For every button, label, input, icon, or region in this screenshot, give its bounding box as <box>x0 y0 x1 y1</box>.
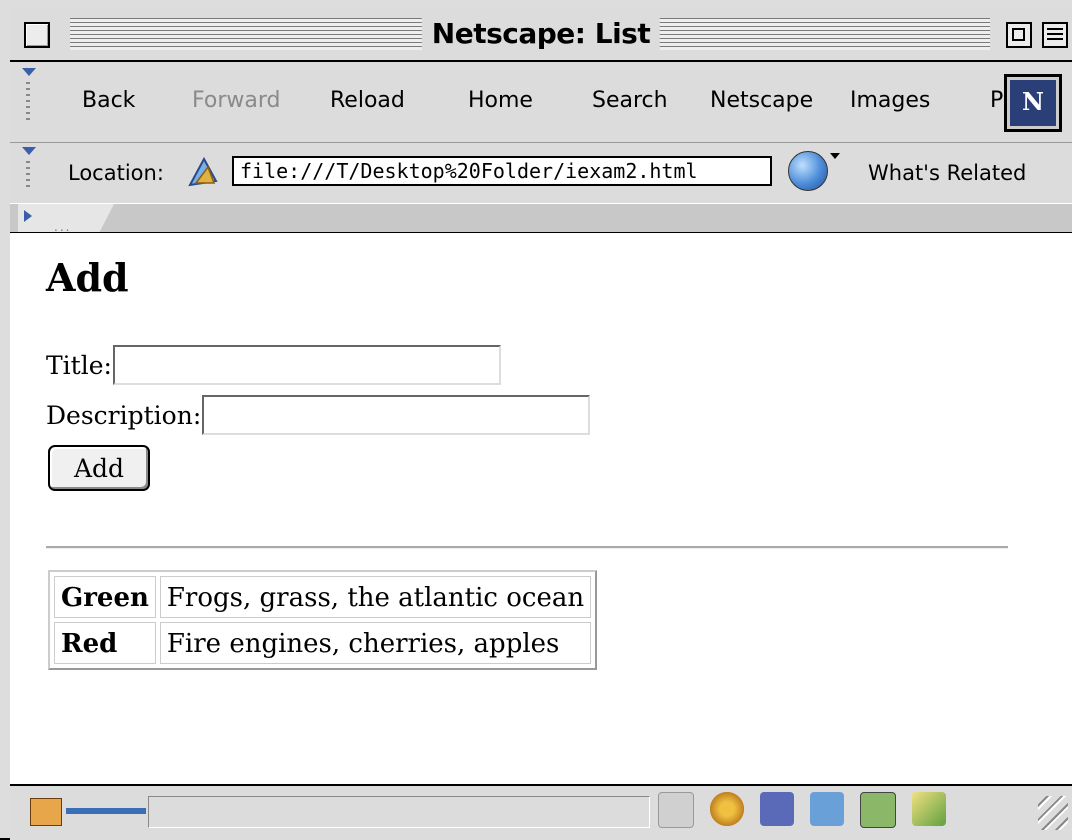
netscape-logo-letter: N <box>1022 87 1044 116</box>
description-input[interactable] <box>202 395 591 435</box>
navigator-icon[interactable] <box>710 792 744 826</box>
home-button[interactable]: Home <box>468 88 533 113</box>
item-description: Frogs, grass, the atlantic ocean <box>159 576 592 618</box>
page-content: Add Title: Description: Add Green Frogs,… <box>10 233 1072 784</box>
location-bar: Location: file:///T/Desktop%20Folder/iex… <box>10 143 1072 203</box>
netscape-logo-icon[interactable]: N <box>1004 74 1062 132</box>
locbar-collapse-grip[interactable] <box>18 147 44 199</box>
window-title: Netscape: List <box>421 16 661 52</box>
whats-related-globe-icon[interactable] <box>788 151 828 191</box>
table-row: Green Frogs, grass, the atlantic ocean <box>54 576 592 618</box>
table-row: Red Fire engines, cherries, apples <box>54 622 592 664</box>
discussions-icon[interactable] <box>810 792 844 826</box>
title-bar[interactable]: Netscape: List <box>10 8 1072 62</box>
personal-toolbar: ... <box>10 203 1072 234</box>
navigation-toolbar: Back Forward Reload Home Search Netscape… <box>10 62 1072 143</box>
component-bar <box>658 792 946 828</box>
print-button-partial[interactable]: P <box>990 88 1003 113</box>
status-bar <box>10 784 1072 840</box>
url-field[interactable]: file:///T/Desktop%20Folder/iexam2.html <box>232 156 772 186</box>
description-label: Description: <box>46 400 202 430</box>
horizontal-rule <box>46 546 1008 549</box>
page-heading: Add <box>46 255 129 300</box>
browser-window: Netscape: List Back Forward Reload Home … <box>0 0 1072 840</box>
status-text <box>148 796 650 828</box>
location-label: Location: <box>68 161 164 185</box>
mail-icon[interactable] <box>760 792 794 826</box>
search-button[interactable]: Search <box>592 88 668 113</box>
zoom-box-icon[interactable] <box>1006 22 1032 48</box>
title-field-row: Title: <box>46 345 501 385</box>
images-button[interactable]: Images <box>850 88 930 113</box>
back-button[interactable]: Back <box>82 88 135 113</box>
chevron-down-icon[interactable] <box>830 153 840 159</box>
close-box-icon[interactable] <box>24 22 50 48</box>
collapse-box-icon[interactable] <box>1042 22 1068 48</box>
add-button[interactable]: Add <box>48 445 150 491</box>
toolbar-collapse-grip[interactable] <box>18 68 44 138</box>
connection-plug-icon <box>66 808 146 814</box>
items-table: Green Frogs, grass, the atlantic ocean R… <box>48 570 598 670</box>
grow-box-icon[interactable] <box>1038 796 1068 830</box>
netscape-button[interactable]: Netscape <box>710 88 813 113</box>
progress-grip-icon <box>658 792 694 828</box>
item-description: Fire engines, cherries, apples <box>159 622 592 664</box>
title-input[interactable] <box>112 345 501 385</box>
description-field-row: Description: <box>46 395 591 435</box>
item-name: Red <box>54 622 156 664</box>
item-name: Green <box>54 576 156 618</box>
composer-icon[interactable] <box>860 792 896 828</box>
reload-button[interactable]: Reload <box>330 88 405 113</box>
whats-related-button[interactable]: What's Related <box>868 161 1026 185</box>
personal-toolbar-grip: ... <box>54 220 72 234</box>
location-bookmark-icon[interactable] <box>186 153 220 189</box>
security-lock-icon[interactable] <box>30 798 62 826</box>
editor-icon[interactable] <box>912 792 946 826</box>
title-label: Title: <box>46 350 112 380</box>
expand-arrow-icon[interactable] <box>24 210 32 222</box>
forward-button[interactable]: Forward <box>192 88 280 113</box>
